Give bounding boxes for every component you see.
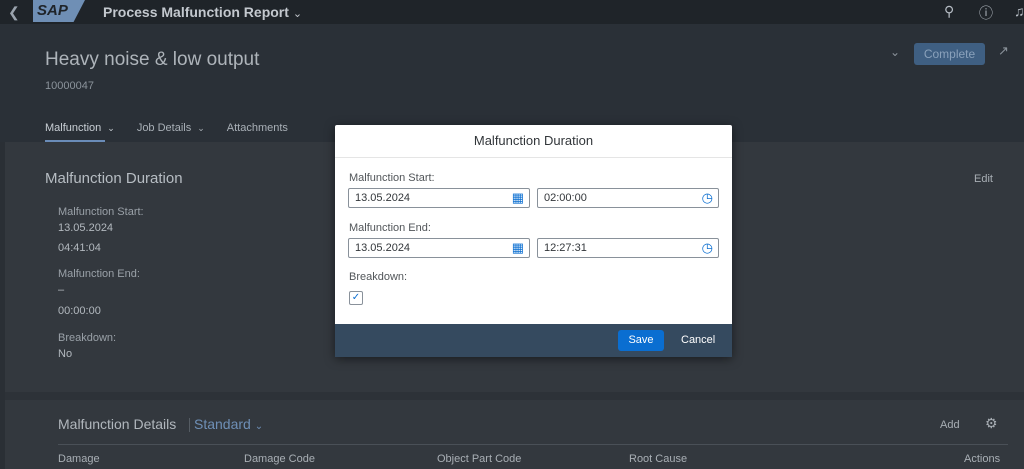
tab-label: Job Details <box>136 122 192 134</box>
complete-button[interactable]: Complete <box>914 43 985 65</box>
app-title-label: Process Malfunction Report <box>103 4 289 20</box>
notification-icon[interactable]: ♫ <box>1014 3 1024 19</box>
chevron-down-icon: ⌄ <box>292 8 303 20</box>
app-title[interactable]: Process Malfunction Report ⌄ <box>103 4 302 20</box>
breakdown-label: Breakdown: <box>58 332 117 344</box>
start-time-value: 02:00:00 <box>544 192 587 204</box>
dialog-footer: Save Cancel <box>335 324 732 357</box>
edit-button[interactable]: Edit <box>974 173 993 185</box>
column-actions: Actions <box>964 453 1001 465</box>
start-time-value: 04:41:04 <box>58 242 101 254</box>
breakdown-checkbox[interactable]: ✓ <box>349 291 363 305</box>
table-header-divider <box>58 444 1008 445</box>
column-damage-code: Damage Code <box>244 453 315 465</box>
tab-malfunction[interactable]: Malfunction ⌄ <box>45 122 115 142</box>
variant-label: Standard <box>194 416 251 432</box>
start-label: Malfunction Start: <box>58 206 144 218</box>
cancel-button[interactable]: Cancel <box>675 330 721 351</box>
end-date-input[interactable]: 13.05.2024 ▦ <box>348 238 530 258</box>
details-title: Malfunction Details <box>58 416 177 432</box>
tab-label: Malfunction <box>45 122 102 134</box>
column-root-cause: Root Cause <box>629 453 688 465</box>
column-damage: Damage <box>58 453 100 465</box>
add-button[interactable]: Add <box>940 419 960 431</box>
end-time-value: 12:27:31 <box>544 242 587 254</box>
object-id: 10000047 <box>45 80 94 92</box>
malfunction-duration-dialog: Malfunction Duration Malfunction Start: … <box>335 125 732 357</box>
clock-icon[interactable]: ◷ <box>702 240 713 256</box>
share-icon[interactable]: ↗ <box>998 43 1009 59</box>
search-icon[interactable]: ⚲ <box>944 3 954 20</box>
section-divider <box>5 392 1024 400</box>
breakdown-field-label: Breakdown: <box>349 271 408 283</box>
page-title: Heavy noise & low output <box>45 49 260 70</box>
end-label: Malfunction End: <box>58 268 140 280</box>
chevron-down-icon: ⌄ <box>254 421 264 432</box>
sap-logo: SAP <box>33 0 85 22</box>
help-icon[interactable]: ⓘ <box>979 3 993 23</box>
start-date-value: 13.05.2024 <box>58 222 114 234</box>
calendar-icon[interactable]: ▦ <box>512 240 524 256</box>
clock-icon[interactable]: ◷ <box>702 190 713 206</box>
save-button[interactable]: Save <box>618 330 664 351</box>
tab-job-details[interactable]: Job Details ⌄ <box>137 122 205 142</box>
logo-text: SAP <box>37 2 68 19</box>
tab-bar: Malfunction ⌄ Job Details ⌄ Attachments <box>45 122 288 142</box>
gear-icon[interactable]: ⚙ <box>985 415 998 432</box>
section-title: Malfunction Duration <box>45 170 183 187</box>
breakdown-value: No <box>58 348 73 360</box>
end-date-value: – <box>58 284 65 296</box>
start-time-input[interactable]: 02:00:00 ◷ <box>537 188 719 208</box>
collapse-header-icon[interactable]: ⌄ <box>890 45 900 59</box>
column-object-part-code: Object Part Code <box>437 453 522 465</box>
checkmark-icon: ✓ <box>351 292 361 303</box>
start-date-value: 13.05.2024 <box>355 192 411 204</box>
start-field-label: Malfunction Start: <box>349 172 435 184</box>
back-icon[interactable]: ❮ <box>8 4 20 21</box>
shell-bar: ❮ SAP Process Malfunction Report ⌄ ⚲ ⓘ ♫ <box>0 0 1024 24</box>
end-time-value: 00:00:00 <box>58 305 101 317</box>
end-time-input[interactable]: 12:27:31 ◷ <box>537 238 719 258</box>
chevron-down-icon: ⌄ <box>107 123 115 133</box>
start-date-input[interactable]: 13.05.2024 ▦ <box>348 188 530 208</box>
end-date-value: 13.05.2024 <box>355 242 411 254</box>
end-field-label: Malfunction End: <box>349 222 431 234</box>
chevron-down-icon: ⌄ <box>197 123 205 133</box>
tab-attachments[interactable]: Attachments <box>227 122 288 142</box>
calendar-icon[interactable]: ▦ <box>512 190 524 206</box>
variant-select[interactable]: Standard ⌄ <box>188 416 264 432</box>
dialog-title: Malfunction Duration <box>335 125 732 158</box>
tab-label: Attachments <box>226 122 288 134</box>
